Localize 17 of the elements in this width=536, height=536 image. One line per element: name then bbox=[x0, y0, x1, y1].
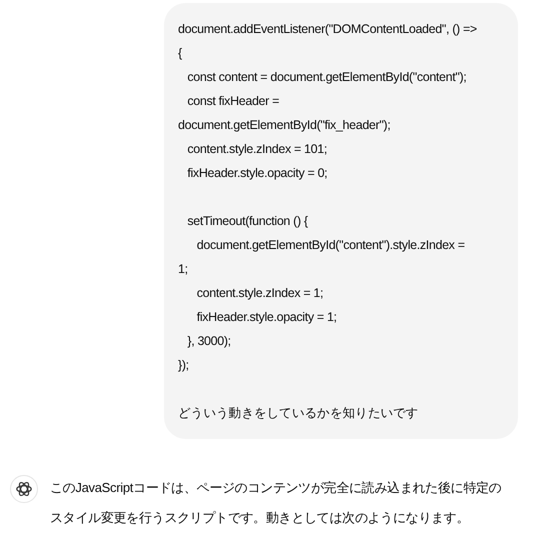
message-line: document.addEventListener("DOMContentLoaded", () => bbox=[178, 21, 478, 38]
message-line: const fixHeader = bbox=[186, 93, 280, 110]
message-line: fixHeader.style.opacity = 1; bbox=[196, 309, 338, 326]
message-line: const content = document.getElementById("content"); bbox=[186, 69, 468, 86]
message-line: document.getElementById("fix_header"); bbox=[178, 117, 392, 134]
message-line: document.getElementById("content").style.zIndex = bbox=[196, 237, 466, 254]
message-line: }, 3000); bbox=[186, 333, 232, 350]
message-line: 1; bbox=[178, 261, 189, 278]
assistant-message: このJavaScriptコードは、ページのコンテンツが完全に読み込まれた後に特定のスタイル変更を行うスクリプトです。動きとしては次のようになります。 bbox=[50, 479, 502, 527]
message-line: content.style.zIndex = 1; bbox=[196, 285, 324, 302]
message-line: { bbox=[178, 45, 183, 62]
message-line: setTimeout(function () { bbox=[186, 213, 309, 230]
assistant-avatar-icon bbox=[10, 475, 38, 503]
message-line: fixHeader.style.opacity = 0; bbox=[186, 165, 328, 182]
message-line: content.style.zIndex = 101; bbox=[186, 141, 328, 158]
message-line: }); bbox=[178, 357, 190, 374]
message-line: どういう動きをしているかを知りたいです bbox=[178, 405, 420, 422]
